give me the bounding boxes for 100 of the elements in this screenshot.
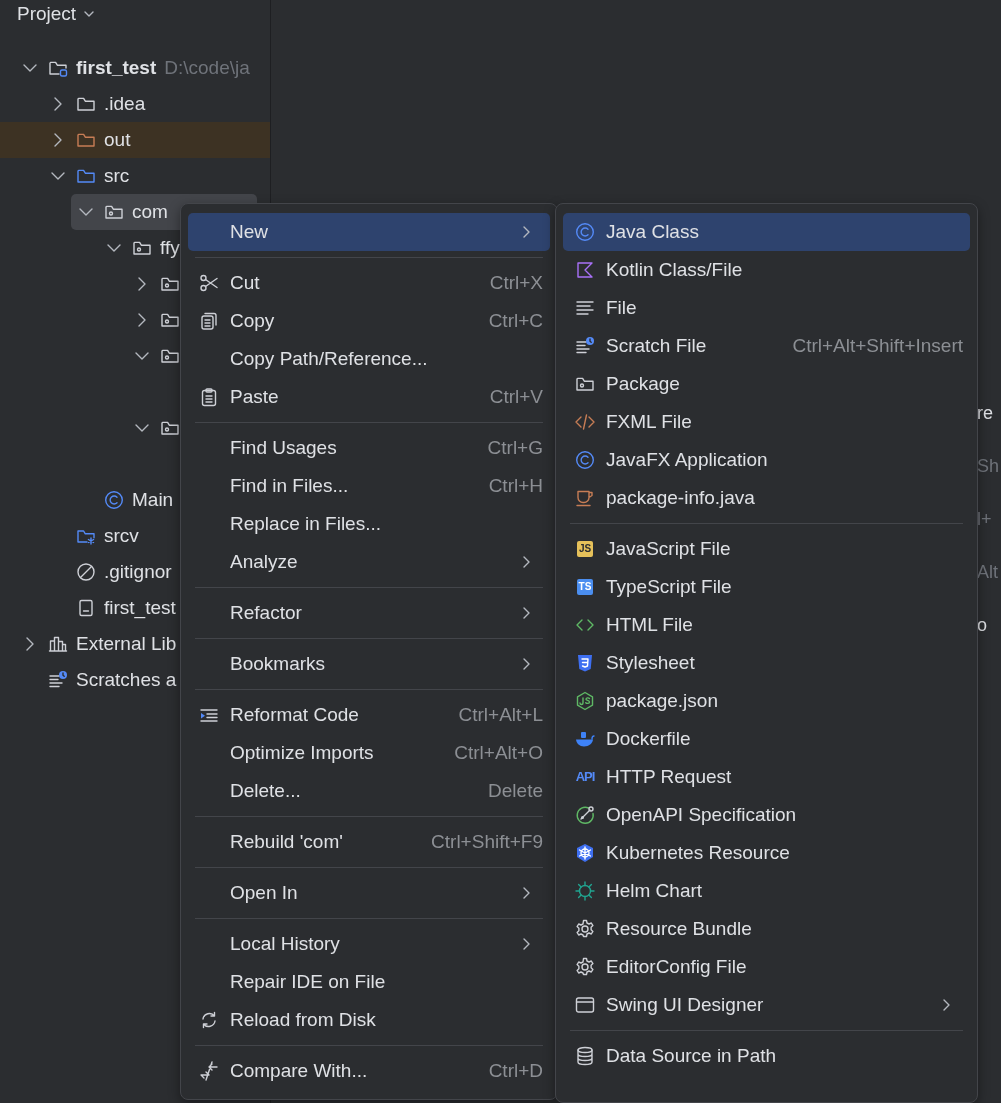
project-path: D:\code\ja — [164, 57, 250, 79]
menu-item[interactable]: Scratch File Ctrl+Alt+Shift+Insert — [563, 327, 970, 365]
wheel-icon — [575, 843, 595, 863]
menu-item[interactable]: Bookmarks — [188, 645, 550, 683]
editor-hint-text: re — [977, 402, 994, 425]
tree-item-label[interactable]: first_test — [104, 597, 182, 619]
menu-item[interactable]: Replace in Files... — [188, 505, 550, 543]
shortcut-text: Ctrl+D — [488, 1060, 543, 1082]
tree-item-label[interactable]: External Lib — [76, 633, 183, 655]
menu-item[interactable]: Helm Chart — [563, 872, 970, 910]
menu-item[interactable]: Repair IDE on File — [188, 963, 550, 1001]
kotlin-icon — [575, 260, 595, 280]
menu-item[interactable]: Rebuild 'com' Ctrl+Shift+F9 — [188, 823, 550, 861]
menu-item[interactable]: JS JavaScript File — [563, 530, 970, 568]
menu-item[interactable]: Resource Bundle — [563, 910, 970, 948]
tree-item-label[interactable]: srcv — [104, 525, 145, 547]
shield-icon — [575, 653, 595, 673]
menu-item[interactable]: package.json — [563, 682, 970, 720]
menu-item[interactable]: Cut Ctrl+X — [188, 264, 550, 302]
shortcut-text: Ctrl+Shift+F9 — [431, 831, 543, 853]
tree-item-label[interactable]: out — [104, 129, 137, 151]
file-type-badge: TS — [576, 579, 594, 595]
menu-item[interactable]: TS TypeScript File — [563, 568, 970, 606]
menu-item[interactable]: Swing UI Designer — [563, 986, 970, 1024]
scissors-icon — [199, 273, 219, 293]
reload-icon — [199, 1010, 219, 1030]
menu-item[interactable]: New — [188, 213, 550, 251]
shortcut-text: Ctrl+C — [488, 310, 543, 332]
tree-item-label[interactable]: .idea — [104, 93, 152, 115]
shortcut-text: Ctrl+G — [487, 437, 543, 459]
tree-item-label[interactable]: com — [132, 201, 174, 223]
panel-title[interactable]: Project — [17, 3, 77, 25]
shortcut-text: Delete — [488, 780, 543, 802]
clipboard-icon — [199, 387, 219, 407]
menu-item[interactable]: Copy Path/Reference... — [188, 340, 550, 378]
shortcut-text: Ctrl+X — [489, 272, 543, 294]
shortcut-text: Ctrl+H — [488, 475, 543, 497]
menu-item[interactable]: HTML File — [563, 606, 970, 644]
menu-item[interactable]: Find in Files... Ctrl+H — [188, 467, 550, 505]
menu-item[interactable]: FXML File — [563, 403, 970, 441]
hexagon-icon — [575, 691, 595, 711]
menu-item[interactable]: Kotlin Class/File — [563, 251, 970, 289]
menu-item[interactable]: Dockerfile — [563, 720, 970, 758]
tree-item-label[interactable]: src — [104, 165, 136, 187]
tree-item-label[interactable]: Main — [132, 489, 180, 511]
file-type-badge: JS — [576, 541, 594, 557]
file-icon — [76, 598, 96, 618]
shortcut-text: Ctrl+Alt+L — [458, 704, 543, 726]
menu-item[interactable]: Analyze — [188, 543, 550, 581]
tree-item-label[interactable]: .gitignor — [104, 561, 178, 583]
class-icon — [575, 450, 595, 470]
menu-item[interactable]: Kubernetes Resource — [563, 834, 970, 872]
code-brackets-icon — [575, 412, 595, 432]
api-icon: API — [575, 771, 595, 783]
menu-item[interactable]: EditorConfig File — [563, 948, 970, 986]
menu-item[interactable]: Paste Ctrl+V — [188, 378, 550, 416]
class-icon — [575, 222, 595, 242]
menu-item[interactable]: File — [563, 289, 970, 327]
tree-item-label[interactable]: first_test — [76, 57, 163, 79]
gear-icon — [575, 919, 595, 939]
shortcut-text: Ctrl+V — [489, 386, 543, 408]
menu-item[interactable]: Delete... Delete — [188, 772, 550, 810]
menu-item[interactable]: Compare With... Ctrl+D — [188, 1052, 550, 1090]
menu-item[interactable]: Data Source in Path — [563, 1037, 970, 1075]
tree-item-label[interactable]: Scratches a — [76, 669, 183, 691]
menu-item[interactable]: Reload from Disk — [188, 1001, 550, 1039]
editor-hint-text: Alt — [977, 561, 999, 584]
menu-item[interactable]: Java Class — [563, 213, 970, 251]
cup-icon — [575, 488, 595, 508]
menu-item[interactable]: Reformat Code Ctrl+Alt+L — [188, 696, 550, 734]
copy-icon — [199, 311, 219, 331]
menu-item[interactable]: Local History — [188, 925, 550, 963]
window-icon — [575, 995, 595, 1015]
editor-hint-text: l+ — [977, 508, 993, 531]
menu-item[interactable]: Optimize Imports Ctrl+Alt+O — [188, 734, 550, 772]
whale-icon — [575, 729, 595, 749]
menu-item[interactable]: Package — [563, 365, 970, 403]
menu-item[interactable]: package-info.java — [563, 479, 970, 517]
helm-wheel-icon — [575, 881, 595, 901]
menu-item[interactable]: Find Usages Ctrl+G — [188, 429, 550, 467]
class-icon — [104, 490, 124, 510]
editor-hint-text: o — [977, 614, 988, 637]
menu-item[interactable]: Refactor — [188, 594, 550, 632]
scratches-icon — [48, 670, 68, 690]
menu-item[interactable]: API HTTP Request — [563, 758, 970, 796]
editor-hint-text: Sh — [977, 455, 1000, 478]
gear-icon — [575, 957, 595, 977]
menu-item[interactable]: OpenAPI Specification — [563, 796, 970, 834]
menu-item[interactable]: Stylesheet — [563, 644, 970, 682]
no-entry-icon — [76, 562, 96, 582]
text-file-icon — [575, 298, 595, 318]
library-icon — [48, 634, 68, 654]
menu-item[interactable]: JavaFX Application — [563, 441, 970, 479]
gauge-icon — [575, 805, 595, 825]
shortcut-text: Ctrl+Alt+O — [454, 742, 543, 764]
menu-item[interactable]: Copy Ctrl+C — [188, 302, 550, 340]
compare-icon — [199, 1061, 219, 1081]
shortcut-text: Ctrl+Alt+Shift+Insert — [792, 335, 963, 357]
menu-item[interactable]: Open In — [188, 874, 550, 912]
scratch-file-icon — [575, 336, 595, 356]
